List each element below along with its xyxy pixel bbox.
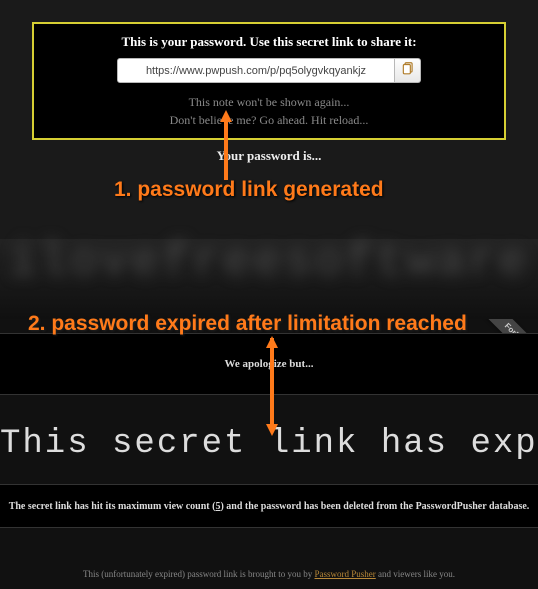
maxview-bar: The secret link has hit its maximum view…	[0, 484, 538, 528]
share-headline: This is your password. Use this secret l…	[34, 34, 504, 50]
copy-button[interactable]	[395, 58, 421, 83]
maxview-text: The secret link has hit its maximum view…	[9, 501, 530, 512]
highlight-box: This is your password. Use this secret l…	[32, 22, 506, 140]
secret-link-input[interactable]	[117, 58, 395, 83]
one-time-note: This note won't be shown again... Don't …	[34, 93, 504, 129]
panel-password-generated: This is your password. Use this secret l…	[0, 0, 538, 319]
password-pusher-link[interactable]: Password Pusher	[314, 569, 375, 579]
brought-by: This (unfortunately expired) password li…	[0, 569, 538, 579]
annotation-arrow-down-icon	[262, 336, 282, 436]
your-password-label: Your password is...	[0, 148, 538, 164]
url-row	[34, 58, 504, 83]
clipboard-icon	[401, 61, 415, 80]
annotation-arrow-up-icon	[216, 110, 236, 182]
blurred-password: ilovefreesoftware	[0, 236, 538, 288]
annotation-step1: 1. password link generated	[114, 178, 384, 202]
annotation-step2: 2. password expired after limitation rea…	[28, 312, 467, 336]
